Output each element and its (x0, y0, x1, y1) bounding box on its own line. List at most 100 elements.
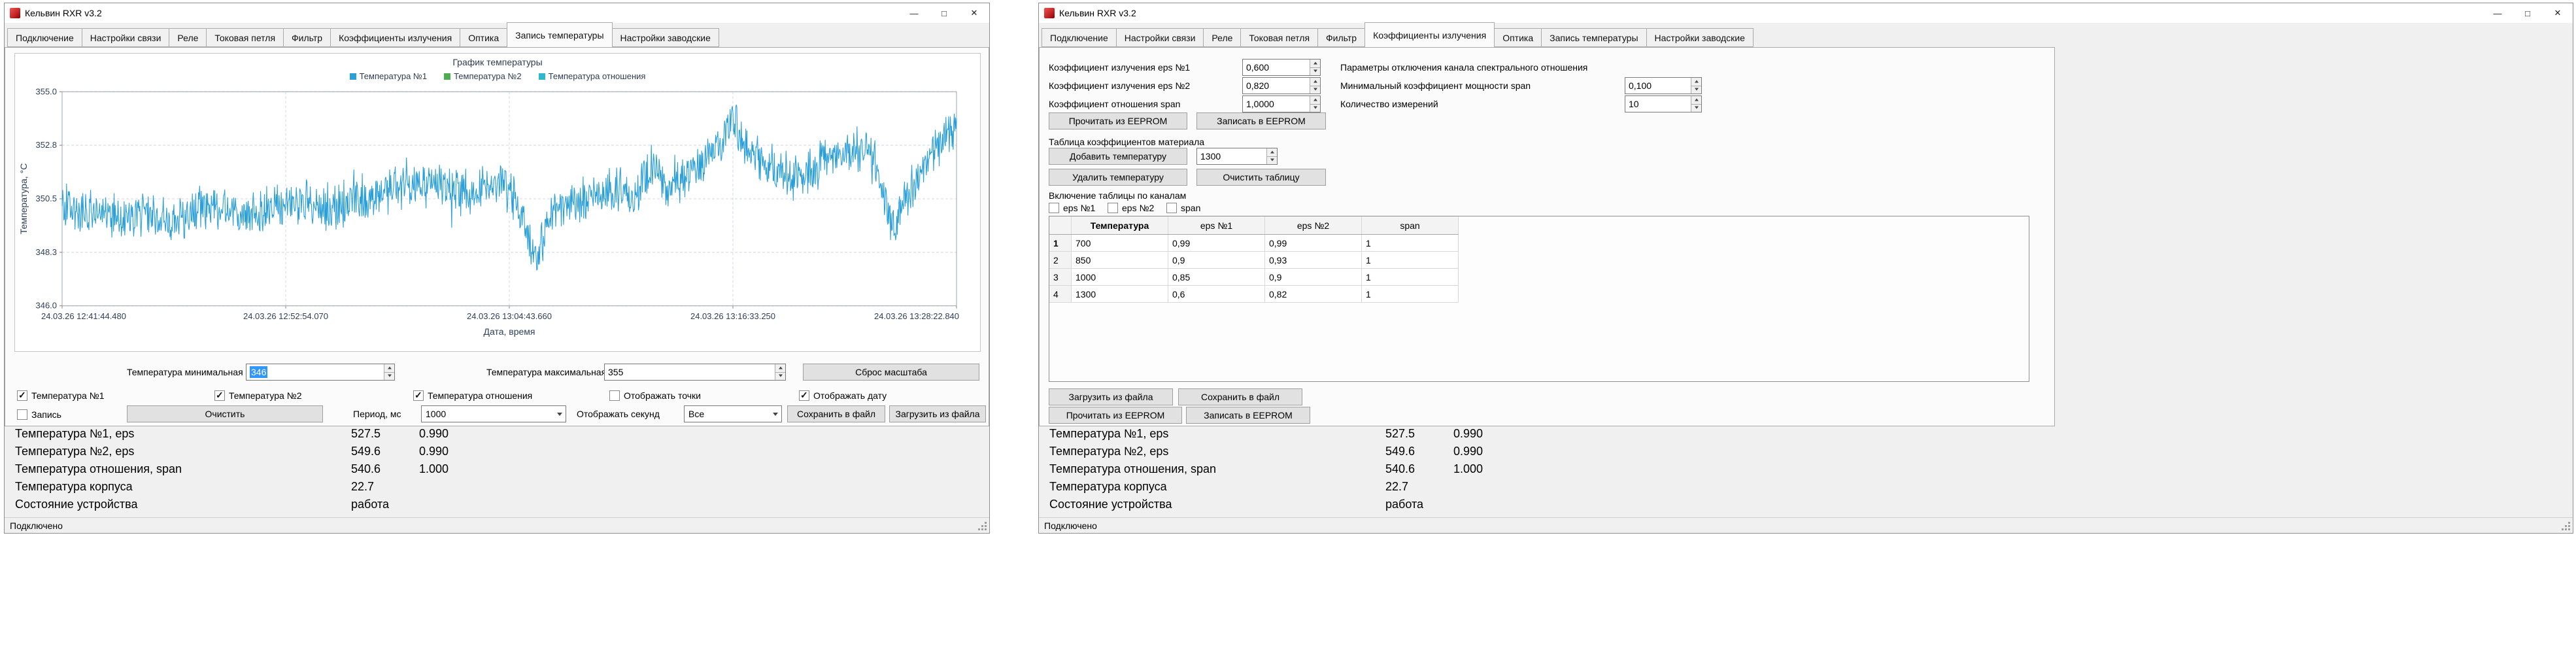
tab-factory-settings[interactable]: Настройки заводские (1646, 28, 1754, 47)
maximize-icon[interactable]: □ (929, 3, 959, 23)
table-cell[interactable]: 1300 (1072, 286, 1168, 302)
checkbox-record[interactable]: Запись (17, 408, 61, 421)
tab-temperature-record[interactable]: Запись температуры (507, 22, 613, 47)
eps1-input[interactable]: 0,600 (1242, 59, 1321, 76)
table-cell[interactable]: 0,99 (1168, 235, 1265, 251)
table-cell[interactable]: 1 (1362, 286, 1459, 302)
span-coeff-input[interactable]: 1,0000 (1242, 95, 1321, 112)
tab-emission-coefficients[interactable]: Коэффициенты излучения (330, 28, 461, 47)
checkbox-channel-eps1[interactable]: eps №1 (1049, 201, 1095, 214)
minimize-icon[interactable]: — (899, 3, 929, 23)
table-cell[interactable]: 1 (1362, 235, 1459, 251)
column-header-span[interactable]: span (1362, 216, 1459, 234)
table-cell[interactable]: 0,6 (1168, 286, 1265, 302)
tab-temperature-record[interactable]: Запись температуры (1541, 28, 1647, 47)
min-power-input[interactable]: 0,100 (1625, 77, 1702, 94)
column-header-eps2[interactable]: eps №2 (1265, 216, 1362, 234)
table-cell[interactable]: 1 (1362, 269, 1459, 285)
clear-table-button[interactable]: Очистить таблицу (1196, 169, 1326, 186)
table-cell[interactable]: 700 (1072, 235, 1168, 251)
delete-temperature-button[interactable]: Удалить температуру (1049, 169, 1187, 186)
spinner-buttons[interactable] (384, 364, 394, 380)
read-eeprom-button[interactable]: Прочитать из EEPROM (1049, 112, 1187, 129)
table-corner-cell[interactable] (1049, 216, 1072, 234)
spinner-buttons[interactable] (1691, 96, 1701, 112)
table-cell[interactable]: 850 (1072, 252, 1168, 268)
table-row[interactable]: 3 1000 0,85 0,9 1 (1049, 269, 1459, 286)
tab-optics[interactable]: Оптика (460, 28, 508, 47)
table-read-eeprom-button[interactable]: Прочитать из EEPROM (1049, 407, 1182, 424)
tab-filter[interactable]: Фильтр (283, 28, 331, 47)
write-eeprom-button[interactable]: Записать в EEPROM (1196, 112, 1326, 129)
checkbox-show-points[interactable]: Отображать точки (609, 389, 701, 402)
table-cell[interactable]: 1000 (1072, 269, 1168, 285)
table-cell[interactable]: 0,9 (1265, 269, 1362, 285)
checkbox-temperature-1[interactable]: Температура №1 (17, 389, 105, 402)
row-header[interactable]: 4 (1049, 286, 1072, 302)
table-cell[interactable]: 0,82 (1265, 286, 1362, 302)
tab-factory-settings[interactable]: Настройки заводские (611, 28, 719, 47)
resize-grip-icon[interactable] (2562, 522, 2571, 531)
table-load-file-button[interactable]: Загрузить из файла (1049, 388, 1173, 405)
spinner-buttons[interactable] (1310, 96, 1320, 112)
add-temperature-button[interactable]: Добавить температуру (1049, 148, 1187, 165)
table-row[interactable]: 1 700 0,99 0,99 1 (1049, 235, 1459, 252)
readout-value: 527.5 (1385, 427, 1415, 440)
tab-emission-coefficients[interactable]: Коэффициенты излучения (1364, 22, 1495, 47)
checkbox-channel-eps2[interactable]: eps №2 (1108, 201, 1154, 214)
clear-chart-button[interactable]: Очистить (127, 405, 323, 422)
show-seconds-select[interactable]: Все (684, 405, 782, 422)
tab-optics[interactable]: Оптика (1494, 28, 1542, 47)
table-save-file-button[interactable]: Сохранить в файл (1178, 388, 1302, 405)
measure-count-input[interactable]: 10 (1625, 95, 1702, 112)
checkbox-show-date[interactable]: Отображать дату (799, 389, 887, 402)
tab-relay[interactable]: Реле (169, 28, 207, 47)
spinner-buttons[interactable] (1691, 78, 1701, 94)
title-bar[interactable]: Кельвин RXR v3.2 — □ ✕ (5, 3, 989, 23)
spinner-buttons[interactable] (1266, 148, 1277, 164)
checkbox-temperature-ratio-label: Температура отношения (428, 390, 533, 401)
reset-scale-button[interactable]: Сброс масштаба (803, 364, 979, 381)
coefficients-table[interactable]: Температура eps №1 eps №2 span 1 700 0,99 0,99 1… (1049, 216, 2029, 382)
add-temperature-input[interactable]: 1300 (1196, 148, 1278, 165)
column-header-temperature[interactable]: Температура (1072, 216, 1168, 234)
temp-min-input[interactable]: 346 (246, 364, 395, 381)
row-header[interactable]: 3 (1049, 269, 1072, 285)
column-header-eps1[interactable]: eps №1 (1168, 216, 1265, 234)
checkbox-channel-span[interactable]: span (1166, 201, 1200, 214)
row-header[interactable]: 1 (1049, 235, 1072, 251)
table-cell[interactable]: 0,93 (1265, 252, 1362, 268)
tab-comm-settings[interactable]: Настройки связи (81, 28, 170, 47)
spinner-buttons[interactable] (1310, 78, 1320, 94)
table-write-eeprom-button[interactable]: Записать в EEPROM (1186, 407, 1310, 424)
eps2-input[interactable]: 0,820 (1242, 77, 1321, 94)
resize-grip-icon[interactable] (978, 522, 987, 531)
tab-connection[interactable]: Подключение (1042, 28, 1117, 47)
tab-current-loop[interactable]: Токовая петля (206, 28, 284, 47)
close-icon[interactable]: ✕ (2543, 3, 2573, 23)
checkbox-temperature-2[interactable]: Температура №2 (214, 389, 302, 402)
tab-relay[interactable]: Реле (1203, 28, 1242, 47)
title-bar[interactable]: Кельвин RXR v3.2 — □ ✕ (1039, 3, 2573, 23)
spinner-buttons[interactable] (775, 364, 785, 380)
tab-comm-settings[interactable]: Настройки связи (1115, 28, 1204, 47)
table-cell[interactable]: 0,9 (1168, 252, 1265, 268)
period-select[interactable]: 1000 (421, 405, 566, 422)
save-file-button[interactable]: Сохранить в файл (787, 405, 885, 422)
spinner-buttons[interactable] (1310, 60, 1320, 75)
table-cell[interactable]: 0,85 (1168, 269, 1265, 285)
load-file-button[interactable]: Загрузить из файла (889, 405, 986, 422)
tab-filter[interactable]: Фильтр (1317, 28, 1366, 47)
table-cell[interactable]: 0,99 (1265, 235, 1362, 251)
table-row[interactable]: 4 1300 0,6 0,82 1 (1049, 286, 1459, 303)
close-icon[interactable]: ✕ (959, 3, 989, 23)
maximize-icon[interactable]: □ (2513, 3, 2543, 23)
checkbox-temperature-ratio[interactable]: Температура отношения (413, 389, 532, 402)
row-header[interactable]: 2 (1049, 252, 1072, 268)
temp-max-input[interactable]: 355 (604, 364, 786, 381)
table-row[interactable]: 2 850 0,9 0,93 1 (1049, 252, 1459, 269)
tab-connection[interactable]: Подключение (7, 28, 82, 47)
tab-current-loop[interactable]: Токовая петля (1240, 28, 1319, 47)
table-cell[interactable]: 1 (1362, 252, 1459, 268)
minimize-icon[interactable]: — (2483, 3, 2513, 23)
